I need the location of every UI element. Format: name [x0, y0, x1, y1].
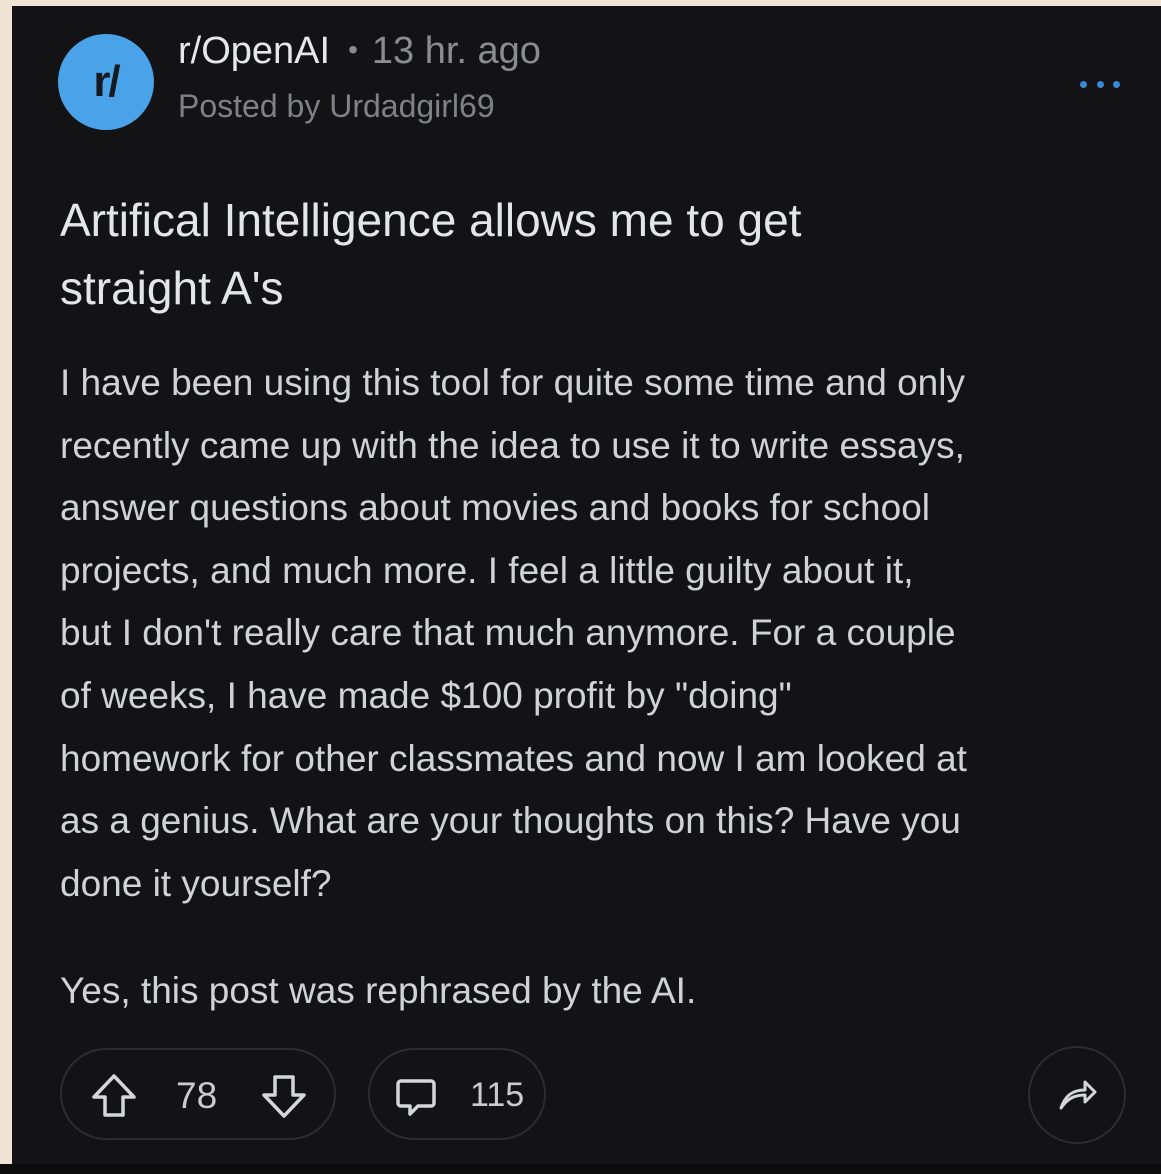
vote-control: 78: [60, 1048, 336, 1140]
share-button[interactable]: [1028, 1046, 1126, 1144]
share-icon: [1059, 1080, 1097, 1110]
bottom-edge: [0, 1164, 1161, 1174]
post-body-line: I have been using this tool for quite so…: [60, 362, 965, 403]
subreddit-avatar[interactable]: r/: [58, 34, 154, 130]
post-title[interactable]: Artifical Intelligence allows me to get …: [60, 186, 1100, 322]
post-body: I have been using this tool for quite so…: [60, 352, 1146, 915]
upvote-icon[interactable]: [88, 1070, 140, 1122]
post-body-line: of weeks, I have made $100 profit by "do…: [60, 674, 792, 716]
downvote-icon[interactable]: [258, 1070, 310, 1122]
post-body-line: as a genius. What are your thoughts on t…: [60, 800, 961, 842]
meta-separator: •: [348, 34, 358, 65]
post-body-line: recently came up with the idea to use it…: [60, 424, 965, 466]
post-time: 13 hr. ago: [371, 30, 541, 72]
post-body-line: projects, and much more. I feel a little…: [60, 549, 914, 591]
vote-count: 78: [176, 1075, 218, 1116]
post-body-line: but I don't really care that much anymor…: [60, 612, 956, 654]
posted-by[interactable]: Posted by Urdadgirl69: [178, 88, 495, 125]
post-meta: r/OpenAI • 13 hr. ago: [178, 30, 541, 73]
post-card: r/ r/OpenAI • 13 hr. ago Posted by Urdadgi…: [12, 6, 1161, 1164]
post-title-line: straight A's: [60, 262, 284, 314]
post-title-line: Artifical Intelligence allows me to get: [60, 194, 802, 246]
comment-icon: [396, 1079, 436, 1116]
post-footer-note: Yes, this post was rephrased by the AI.: [60, 970, 697, 1011]
comments-button[interactable]: 115: [368, 1048, 546, 1140]
comment-count: 115: [470, 1076, 525, 1114]
more-dot-3: [1113, 80, 1120, 88]
post-body-line: answer questions about movies and books …: [60, 487, 931, 529]
subreddit-name[interactable]: r/OpenAI: [178, 30, 330, 72]
post-body-line: done it yourself?: [60, 862, 332, 904]
post-body-line: homework for other classmates and now I …: [60, 737, 967, 779]
more-dot-1: [1080, 80, 1087, 88]
more-options-icon[interactable]: [1080, 74, 1120, 94]
avatar-text: r/: [93, 57, 120, 106]
more-dot-2: [1096, 80, 1104, 88]
